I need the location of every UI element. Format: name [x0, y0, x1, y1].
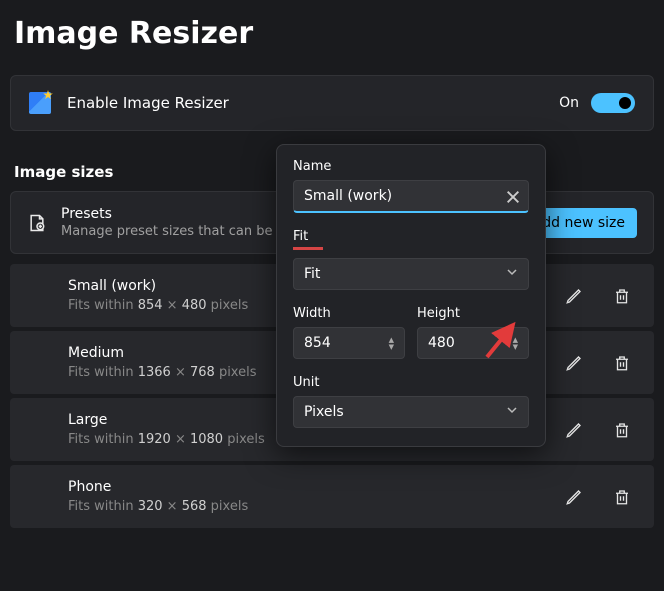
name-label: Name: [293, 159, 331, 174]
width-value: 854: [304, 335, 331, 351]
name-input[interactable]: [293, 180, 529, 213]
edit-icon[interactable]: [562, 351, 586, 375]
spinner-arrows-icon[interactable]: ▲▼: [389, 337, 394, 350]
toggle-state-text: On: [559, 95, 579, 111]
size-row-subtitle: Fits within 320 × 568 pixels: [68, 499, 562, 514]
page-title: Image Resizer: [0, 0, 664, 75]
edit-size-flyout: Name Fit Fit Width 854 ▲▼ Height 480: [276, 144, 546, 447]
edit-icon[interactable]: [562, 284, 586, 308]
height-input[interactable]: 480 ▲▼: [417, 327, 529, 359]
edit-icon[interactable]: [562, 418, 586, 442]
delete-icon[interactable]: [610, 418, 634, 442]
unit-dropdown-value: Pixels: [304, 404, 344, 420]
clear-input-icon[interactable]: [505, 189, 521, 205]
chevron-down-icon: [506, 404, 518, 420]
delete-icon[interactable]: [610, 284, 634, 308]
delete-icon[interactable]: [610, 351, 634, 375]
enable-toggle[interactable]: [591, 93, 635, 113]
resizer-app-icon: [29, 92, 51, 114]
unit-dropdown[interactable]: Pixels: [293, 396, 529, 428]
height-label: Height: [417, 306, 460, 321]
width-input[interactable]: 854 ▲▼: [293, 327, 405, 359]
chevron-down-icon: [506, 266, 518, 282]
fit-dropdown[interactable]: Fit: [293, 258, 529, 290]
fit-label: Fit: [293, 229, 308, 244]
size-row[interactable]: Phone Fits within 320 × 568 pixels: [10, 465, 654, 528]
edit-icon[interactable]: [562, 485, 586, 509]
presets-icon: [27, 213, 47, 233]
height-value: 480: [428, 335, 455, 351]
unit-label: Unit: [293, 375, 319, 390]
width-label: Width: [293, 306, 331, 321]
spinner-arrows-icon[interactable]: ▲▼: [513, 337, 518, 350]
delete-icon[interactable]: [610, 485, 634, 509]
size-row-title: Phone: [68, 479, 562, 495]
enable-row: Enable Image Resizer On: [10, 75, 654, 131]
fit-dropdown-value: Fit: [304, 266, 320, 282]
enable-label: Enable Image Resizer: [67, 94, 559, 112]
